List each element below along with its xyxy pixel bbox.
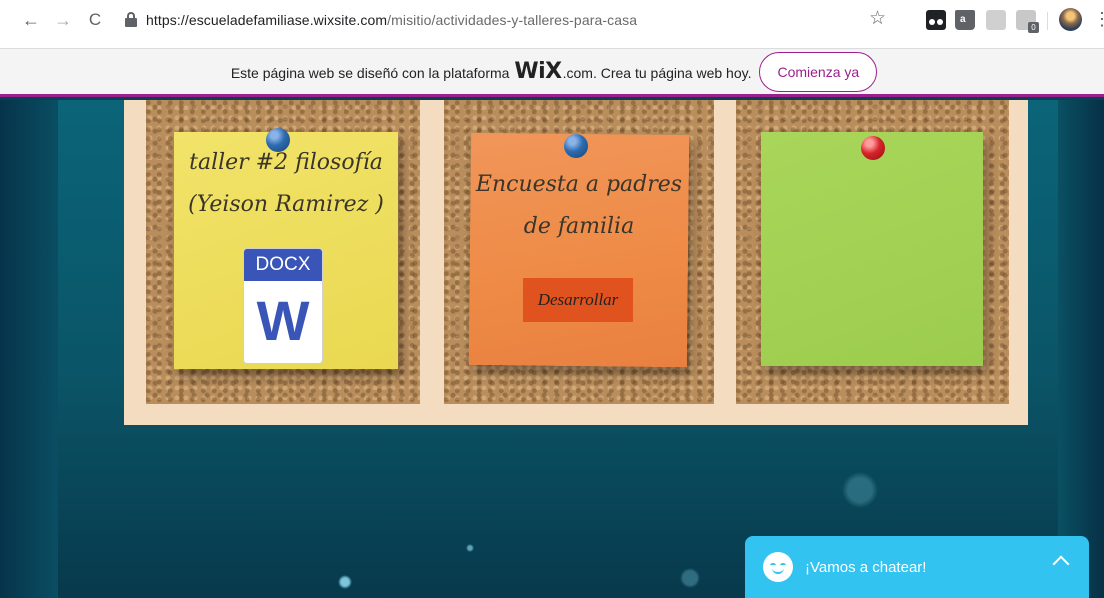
sticky-note-green xyxy=(761,132,983,366)
bookmark-star-icon[interactable]: ☆ xyxy=(869,7,886,30)
start-now-button[interactable]: Comienza ya xyxy=(759,51,878,92)
docx-file-icon[interactable]: DOCX W xyxy=(243,248,323,364)
pdf-extension-icon[interactable] xyxy=(986,10,1006,30)
profile-avatar[interactable] xyxy=(1059,8,1082,31)
note-title-encuesta: Encuesta a padres de familia xyxy=(475,172,683,239)
browser-toolbar: ← → C https://escueladefamiliase.wixsite… xyxy=(0,0,1104,49)
wix-logo: WiX xyxy=(514,59,562,84)
chat-widget[interactable]: ¡Vamos a chatear! xyxy=(745,536,1089,598)
back-icon[interactable]: ← xyxy=(20,9,42,31)
blue-pushpin-icon xyxy=(266,128,290,152)
chevron-up-icon[interactable] xyxy=(1052,555,1070,573)
browser-menu-icon[interactable]: ⋮ xyxy=(1093,9,1104,30)
forward-icon[interactable]: → xyxy=(52,9,74,31)
blue-pushpin-icon xyxy=(564,134,588,158)
docx-label: DOCX xyxy=(244,249,322,281)
extension-icon[interactable] xyxy=(926,10,946,30)
cork-board: taller #2 filosofía (Yeison Ramirez ) En… xyxy=(124,100,1028,425)
chat-label: ¡Vamos a chatear! xyxy=(805,558,927,576)
address-bar[interactable]: https://escueladefamiliase.wixsite.com/m… xyxy=(118,6,898,34)
wix-promo-banner: Este página web se diseñó con la platafo… xyxy=(0,49,1104,97)
red-pushpin-icon xyxy=(861,136,885,160)
url-text: https://escueladefamiliase.wixsite.com/m… xyxy=(146,12,638,28)
smiley-chat-icon xyxy=(763,552,793,582)
desarrollar-button[interactable]: Desarrollar xyxy=(523,278,633,322)
extension-badge-icon[interactable]: 0 xyxy=(1016,10,1039,33)
toolbar-divider xyxy=(1047,12,1048,30)
extension-badge-count: 0 xyxy=(1028,22,1039,33)
wix-banner-text: Este página web se diseñó con la platafo… xyxy=(230,59,752,84)
reload-icon[interactable]: C xyxy=(84,9,106,31)
amazon-extension-icon[interactable]: a xyxy=(955,10,975,30)
lock-icon xyxy=(124,12,138,28)
note-title-taller: taller #2 filosofía (Yeison Ramirez ) xyxy=(188,150,384,217)
word-letter: W xyxy=(256,289,310,352)
